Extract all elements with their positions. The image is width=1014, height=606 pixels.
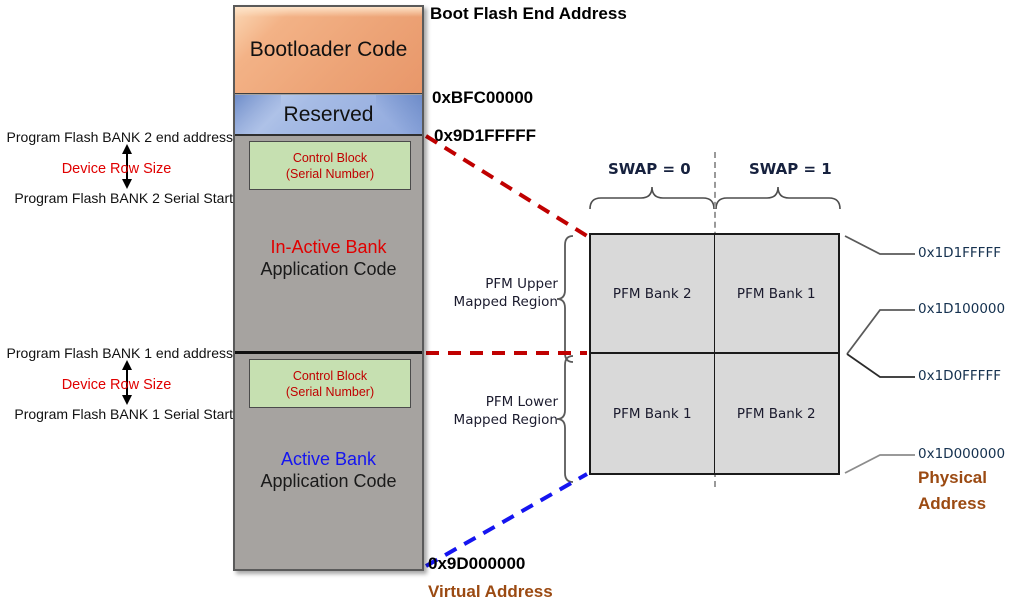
- label-physical-address-1d0fffff: 0x1D0FFFFF: [918, 368, 1001, 384]
- label-address-9d1fffff: 0x9D1FFFFF: [434, 126, 537, 145]
- active-bank-title: Active Bank: [280, 449, 377, 469]
- label-bank2-serial-start: Program Flash BANK 2 Serial Start: [14, 190, 233, 206]
- grid-cell-upper-left-label: PFM Bank 2: [612, 285, 692, 302]
- label-physical-address-caption-line1: Physical: [918, 468, 987, 487]
- label-physical-address-1d100000: 0x1D100000: [918, 301, 1006, 317]
- inactive-bank-subtitle: Application Code: [260, 258, 397, 279]
- control-block-bank1-line1: Control Block: [292, 368, 368, 383]
- pfm-upper-line1: PFM Upper: [485, 276, 558, 292]
- label-pfm-lower-mapped-region: PFM Lower Mapped Region: [420, 394, 558, 429]
- grid-cell-upper-right-label: PFM Bank 1: [736, 285, 816, 302]
- arrow-up-lower: [122, 360, 132, 370]
- leader-mid-high-address: [846, 309, 915, 355]
- label-device-row-size-upper: Device Row Size: [61, 161, 172, 177]
- label-physical-address-1d000000: 0x1D000000: [918, 446, 1006, 462]
- pfm-upper-line2: Mapped Region: [453, 293, 558, 310]
- pfm-mapping-grid: PFM Bank 2 PFM Bank 1 PFM Bank 1 PFM Ban…: [589, 233, 840, 475]
- arrow-down-lower: [122, 395, 132, 405]
- leader-mid-low-address: [846, 353, 915, 378]
- label-swap-0: SWAP = 0: [608, 160, 691, 178]
- label-address-9d000000: 0x9D000000: [428, 554, 526, 573]
- pfm-lower-line1: PFM Lower: [485, 394, 558, 410]
- grid-cell-upper-right[interactable]: PFM Bank 1: [714, 235, 838, 354]
- control-block-bank1[interactable]: Control Block (Serial Number): [249, 359, 411, 408]
- pfm-lower-line2: Mapped Region: [453, 411, 558, 428]
- brace-swap0: [589, 186, 715, 210]
- diagram-canvas: Bootloader Code Reserved In-Active Bank …: [0, 0, 1014, 606]
- segment-bootloader[interactable]: Bootloader Code: [235, 7, 422, 94]
- grid-cell-lower-left[interactable]: PFM Bank 1: [591, 354, 715, 473]
- control-block-bank2-line1: Control Block: [292, 150, 368, 165]
- grid-cell-upper-left[interactable]: PFM Bank 2: [591, 235, 715, 354]
- label-device-row-size-lower: Device Row Size: [61, 377, 172, 393]
- control-block-bank2-line2: (Serial Number): [285, 166, 375, 181]
- label-swap-1: SWAP = 1: [749, 160, 832, 178]
- arrow-down-upper: [122, 179, 132, 189]
- label-boot-flash-end-address: Boot Flash End Address: [430, 4, 627, 23]
- active-bank-subtitle: Application Code: [260, 470, 397, 491]
- grid-cell-lower-left-label: PFM Bank 1: [612, 405, 692, 422]
- grid-cell-lower-right-label: PFM Bank 2: [736, 405, 816, 422]
- virtual-memory-bar: Bootloader Code Reserved In-Active Bank …: [233, 5, 424, 571]
- control-block-bank2[interactable]: Control Block (Serial Number): [249, 141, 411, 190]
- connector-red-top: [424, 134, 589, 238]
- label-physical-address-caption-line2: Address: [918, 494, 987, 513]
- leader-top-address: [844, 235, 915, 255]
- brace-lower-region: [556, 355, 574, 483]
- control-block-bank1-line2: (Serial Number): [285, 384, 375, 399]
- grid-cell-lower-right[interactable]: PFM Bank 2: [715, 354, 839, 473]
- segment-reserved[interactable]: Reserved: [235, 95, 422, 136]
- leader-bottom-address: [844, 454, 915, 474]
- segment-reserved-label: Reserved: [283, 102, 374, 126]
- label-bank2-end-address: Program Flash BANK 2 end address: [6, 129, 233, 145]
- label-physical-address-1d1fffff: 0x1D1FFFFF: [918, 245, 1001, 261]
- brace-swap1: [715, 186, 841, 210]
- arrow-up-upper: [122, 144, 132, 154]
- label-virtual-address: Virtual Address: [428, 582, 553, 601]
- segment-bootloader-label: Bootloader Code: [249, 38, 408, 61]
- label-bank1-serial-start: Program Flash BANK 1 Serial Start: [14, 406, 233, 422]
- inactive-bank-title: In-Active Bank: [270, 237, 387, 257]
- connector-blue-bottom: [425, 472, 588, 568]
- label-pfm-upper-mapped-region: PFM Upper Mapped Region: [420, 276, 558, 311]
- brace-upper-region: [556, 235, 574, 363]
- label-bank1-end-address: Program Flash BANK 1 end address: [6, 345, 233, 361]
- label-address-bfc00000: 0xBFC00000: [432, 88, 534, 107]
